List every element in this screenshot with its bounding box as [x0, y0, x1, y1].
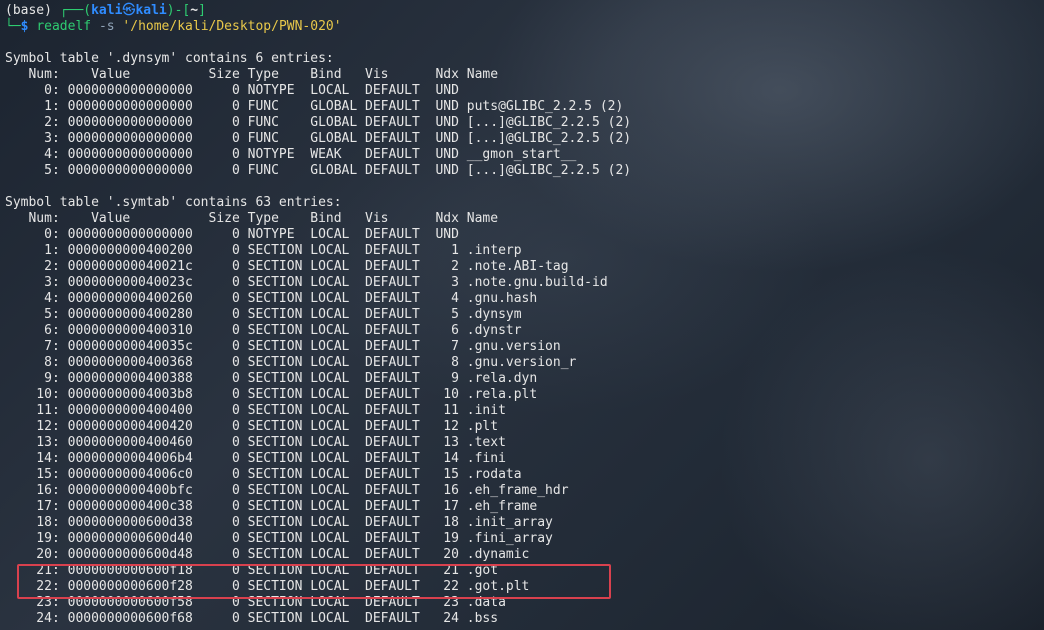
table-row: 11: 0000000000400400 0 SECTION LOCAL DEF… [5, 403, 506, 418]
terminal-output[interactable]: (base) ┌──(kali㉿kali)-[~] └─$ readelf -s… [0, 0, 1044, 630]
table-row: 5: 0000000000400280 0 SECTION LOCAL DEFA… [5, 307, 522, 322]
table-row: 24: 0000000000600f68 0 SECTION LOCAL DEF… [5, 611, 499, 626]
prompt-line-2: └─$ readelf -s '/home/kali/Desktop/PWN-0… [5, 19, 342, 35]
command-path: '/home/kali/Desktop/PWN-020' [122, 19, 342, 34]
prompt-at-icon: ㉿ [122, 3, 136, 18]
highlight-box [17, 564, 611, 599]
table-row: 0: 0000000000000000 0 NOTYPE LOCAL DEFAU… [5, 83, 467, 98]
table-row: 4: 0000000000000000 0 NOTYPE WEAK DEFAUL… [5, 147, 577, 162]
prompt-close: ] [198, 3, 206, 18]
prompt-line2-prefix: └─ [5, 19, 21, 34]
table-row: 18: 0000000000600d38 0 SECTION LOCAL DEF… [5, 515, 553, 530]
prompt-mid: )-[ [166, 3, 191, 18]
prompt-box-open: ┌──( [59, 3, 92, 18]
table-row: 14: 00000000004006b4 0 SECTION LOCAL DEF… [5, 451, 506, 466]
prompt-line-1: (base) ┌──(kali㉿kali)-[~] [5, 3, 206, 19]
command-name: readelf [36, 19, 92, 34]
symtab-title: Symbol table '.symtab' contains 63 entri… [5, 195, 342, 210]
table-row: 19: 0000000000600d40 0 SECTION LOCAL DEF… [5, 531, 553, 546]
table-row: 4: 0000000000400260 0 SECTION LOCAL DEFA… [5, 291, 538, 306]
table-row: 5: 0000000000000000 0 FUNC GLOBAL DEFAUL… [5, 163, 632, 178]
table-row: 10: 00000000004003b8 0 SECTION LOCAL DEF… [5, 387, 538, 402]
table-row: 16: 0000000000400bfc 0 SECTION LOCAL DEF… [5, 483, 569, 498]
table-row: 17: 0000000000400c38 0 SECTION LOCAL DEF… [5, 499, 538, 514]
table-row: 6: 0000000000400310 0 SECTION LOCAL DEFA… [5, 323, 522, 338]
dynsym-header: Num: Value Size Type Bind Vis Ndx Name [5, 67, 499, 82]
table-row: 1: 0000000000000000 0 FUNC GLOBAL DEFAUL… [5, 99, 624, 114]
table-row: 8: 0000000000400368 0 SECTION LOCAL DEFA… [5, 355, 577, 370]
table-row: 20: 0000000000600d48 0 SECTION LOCAL DEF… [5, 547, 530, 562]
prompt-user: kali [91, 3, 123, 18]
table-row: 2: 0000000000000000 0 FUNC GLOBAL DEFAUL… [5, 115, 632, 130]
table-row: 9: 0000000000400388 0 SECTION LOCAL DEFA… [5, 371, 538, 386]
prompt-symbol: $ [20, 19, 29, 34]
command-flag: -s [98, 19, 115, 34]
dynsym-title: Symbol table '.dynsym' contains 6 entrie… [5, 51, 334, 66]
table-row: 0: 0000000000000000 0 NOTYPE LOCAL DEFAU… [5, 227, 467, 242]
table-row: 3: 000000000040023c 0 SECTION LOCAL DEFA… [5, 275, 608, 290]
table-row: 2: 000000000040021c 0 SECTION LOCAL DEFA… [5, 259, 569, 274]
table-row: 13: 0000000000400460 0 SECTION LOCAL DEF… [5, 435, 506, 450]
prompt-host: kali [135, 3, 167, 18]
conda-env: (base) [5, 3, 52, 18]
table-row: 1: 0000000000400200 0 SECTION LOCAL DEFA… [5, 243, 522, 258]
table-row: 12: 0000000000400420 0 SECTION LOCAL DEF… [5, 419, 499, 434]
prompt-dir: ~ [190, 3, 199, 18]
symtab-header: Num: Value Size Type Bind Vis Ndx Name [5, 211, 499, 226]
table-row: 7: 000000000040035c 0 SECTION LOCAL DEFA… [5, 339, 561, 354]
table-row: 15: 00000000004006c0 0 SECTION LOCAL DEF… [5, 467, 522, 482]
table-row: 3: 0000000000000000 0 FUNC GLOBAL DEFAUL… [5, 131, 632, 146]
